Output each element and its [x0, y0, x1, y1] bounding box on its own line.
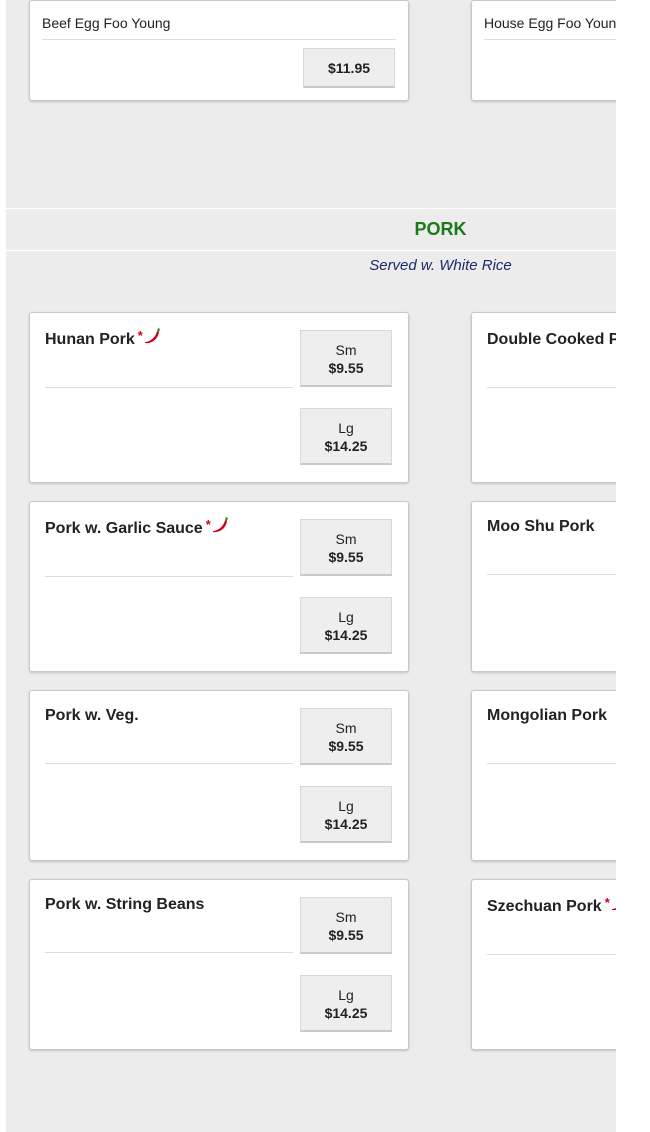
size-label: Lg	[338, 798, 354, 814]
menu-item-card[interactable]: Moo Shu Pork	[471, 501, 616, 672]
add-to-cart-button[interactable]: $11.95	[303, 48, 395, 88]
divider	[42, 39, 396, 40]
menu-item-title: Hunan Pork	[45, 331, 135, 348]
menu-item-name: Hunan Pork *	[45, 328, 161, 349]
add-small-button[interactable]: Sm $9.55	[300, 897, 392, 954]
divider	[45, 763, 293, 764]
size-label: Lg	[338, 609, 354, 625]
add-large-button[interactable]: Lg $14.25	[300, 786, 392, 843]
menu-item-card[interactable]: Beef Egg Foo Young $11.95	[29, 0, 409, 101]
add-large-button[interactable]: Lg $14.25	[300, 597, 392, 654]
price-label: $14.25	[324, 627, 368, 643]
size-label: Sm	[335, 720, 357, 736]
size-label: Sm	[335, 531, 357, 547]
price-label: $9.55	[328, 360, 364, 376]
menu-item-name: House Egg Foo Young	[484, 15, 616, 31]
menu-item-name: Szechuan Pork *	[487, 895, 616, 916]
menu-item-card[interactable]: Pork w. Veg. Sm $9.55 Lg $14.25	[29, 690, 409, 861]
divider	[45, 576, 293, 577]
menu-item-card[interactable]: Hunan Pork * Sm $9.55 Lg $14.25	[29, 312, 409, 483]
divider	[487, 763, 616, 764]
divider	[487, 387, 616, 388]
menu-item-name: Moo Shu Pork	[487, 518, 595, 535]
divider	[484, 39, 616, 40]
section-subtitle: Served w. White Rice	[369, 257, 512, 274]
add-small-button[interactable]: Sm $9.55	[300, 330, 392, 387]
menu-item-card[interactable]: Mongolian Pork	[471, 690, 616, 861]
chili-pepper-icon	[212, 517, 228, 533]
menu-item-name: Mongolian Pork	[487, 707, 607, 724]
price-label: $11.95	[327, 60, 371, 76]
chili-pepper-icon	[611, 907, 616, 911]
price-label: $14.25	[324, 438, 368, 454]
menu-item-title: Pork w. Garlic Sauce	[45, 520, 203, 537]
menu-item-name: Beef Egg Foo Young	[42, 15, 171, 31]
divider	[45, 952, 293, 953]
menu-item-card[interactable]: Double Cooked Pork	[471, 312, 616, 483]
price-label: $9.55	[328, 738, 364, 754]
price-label: $14.25	[324, 816, 368, 832]
add-small-button[interactable]: Sm $9.55	[300, 708, 392, 765]
add-large-button[interactable]: Lg $14.25	[300, 975, 392, 1032]
menu-item-name: Pork w. Veg.	[45, 707, 139, 724]
menu-item-card[interactable]: Pork w. String Beans Sm $9.55 Lg $14.25	[29, 879, 409, 1050]
price-label: $9.55	[328, 549, 364, 565]
menu-item-name: Double Cooked Pork	[487, 331, 616, 348]
chili-pepper-icon	[144, 328, 160, 344]
size-label: Lg	[338, 987, 354, 1003]
divider	[45, 387, 293, 388]
menu-item-card[interactable]: Pork w. Garlic Sauce * Sm $9.55 Lg $14.25	[29, 501, 409, 672]
spicy-indicator: *	[138, 328, 161, 346]
menu-item-name: Pork w. Garlic Sauce *	[45, 517, 229, 538]
price-label: $9.55	[328, 927, 364, 943]
section-title: PORK	[414, 219, 467, 239]
spicy-indicator: *	[605, 895, 616, 913]
size-label: Lg	[338, 420, 354, 436]
price-label: $14.25	[324, 1005, 368, 1021]
menu-viewport: Beef Egg Foo Young $11.95 House Egg Foo …	[6, 0, 616, 1132]
menu-item-name: Pork w. String Beans	[45, 896, 205, 913]
menu-item-card[interactable]: Szechuan Pork *	[471, 879, 616, 1050]
menu-item-card[interactable]: House Egg Foo Young	[471, 0, 616, 101]
add-small-button[interactable]: Sm $9.55	[300, 519, 392, 576]
menu-item-title: Szechuan Pork	[487, 898, 602, 915]
divider	[487, 954, 616, 955]
size-label: Sm	[335, 909, 357, 925]
divider	[487, 574, 616, 575]
size-label: Sm	[335, 342, 357, 358]
add-large-button[interactable]: Lg $14.25	[300, 408, 392, 465]
spicy-indicator: *	[206, 517, 229, 535]
